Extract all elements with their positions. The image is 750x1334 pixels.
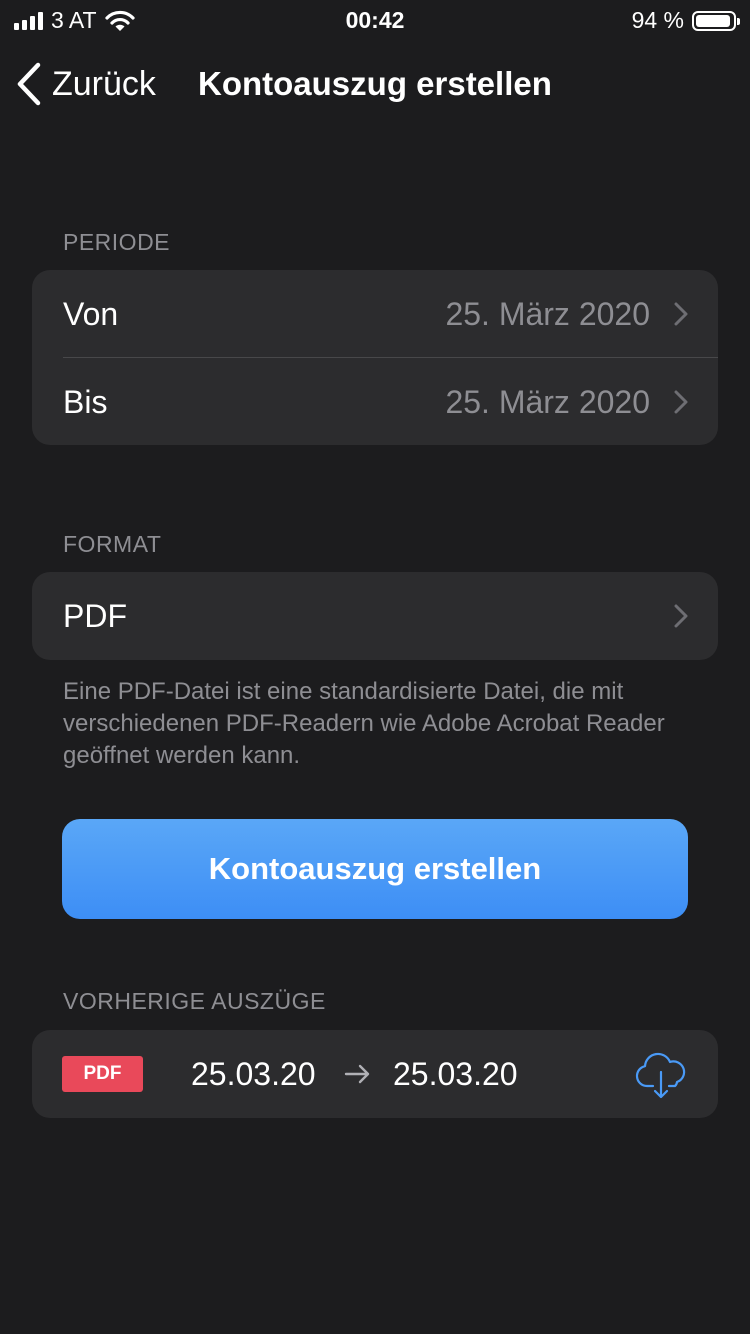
chevron-left-icon (17, 62, 41, 106)
section-header-format: FORMAT (63, 531, 162, 557)
status-bar: 3 AT 00:42 94 % (0, 0, 750, 40)
row-value: 25. März 2020 (445, 383, 650, 420)
cloud-download-icon[interactable] (634, 1050, 688, 1100)
section-header-history: VORHERIGE AUSZÜGE (63, 988, 326, 1014)
battery-cap (737, 17, 740, 25)
battery-percent: 94 % (631, 7, 684, 33)
period-row-to[interactable]: Bis 25. März 2020 (32, 358, 718, 445)
arrow-right-icon (344, 1064, 370, 1084)
history-card: PDF 25.03.20 25.03.20 (32, 1030, 718, 1118)
back-button[interactable]: Zurück (16, 62, 156, 106)
chevron-right-icon (674, 604, 688, 628)
list-item[interactable]: PDF 25.03.20 25.03.20 (32, 1030, 718, 1118)
page-title: Kontoauszug erstellen (198, 65, 552, 102)
pdf-badge: PDF (62, 1056, 143, 1092)
battery-icon (692, 10, 740, 31)
format-row[interactable]: PDF (32, 572, 718, 660)
status-bar-right: 94 % (631, 7, 740, 34)
chevron-right-icon (674, 390, 688, 414)
screen: 3 AT 00:42 94 % Zurück Kontoauszug erste… (0, 0, 750, 1334)
row-label: Bis (63, 383, 108, 420)
chevron-right-icon (674, 302, 688, 326)
row-value: 25. März 2020 (445, 295, 650, 332)
format-description: Eine PDF-Datei ist eine standardisierte … (63, 678, 665, 769)
period-row-from[interactable]: Von 25. März 2020 (32, 270, 718, 358)
format-card: PDF (32, 572, 718, 660)
create-statement-button[interactable]: Kontoauszug erstellen (62, 819, 688, 919)
statement-from-date: 25.03.20 (191, 1055, 316, 1092)
format-value: PDF (63, 597, 127, 634)
section-header-period: PERIODE (63, 229, 171, 255)
period-card: Von 25. März 2020 Bis 25. März 2020 (32, 270, 718, 445)
statement-to-date: 25.03.20 (393, 1055, 518, 1092)
battery-fill (696, 14, 730, 27)
back-label: Zurück (52, 64, 156, 103)
navigation-bar: Zurück Kontoauszug erstellen (0, 40, 750, 128)
row-label: Von (63, 295, 119, 332)
